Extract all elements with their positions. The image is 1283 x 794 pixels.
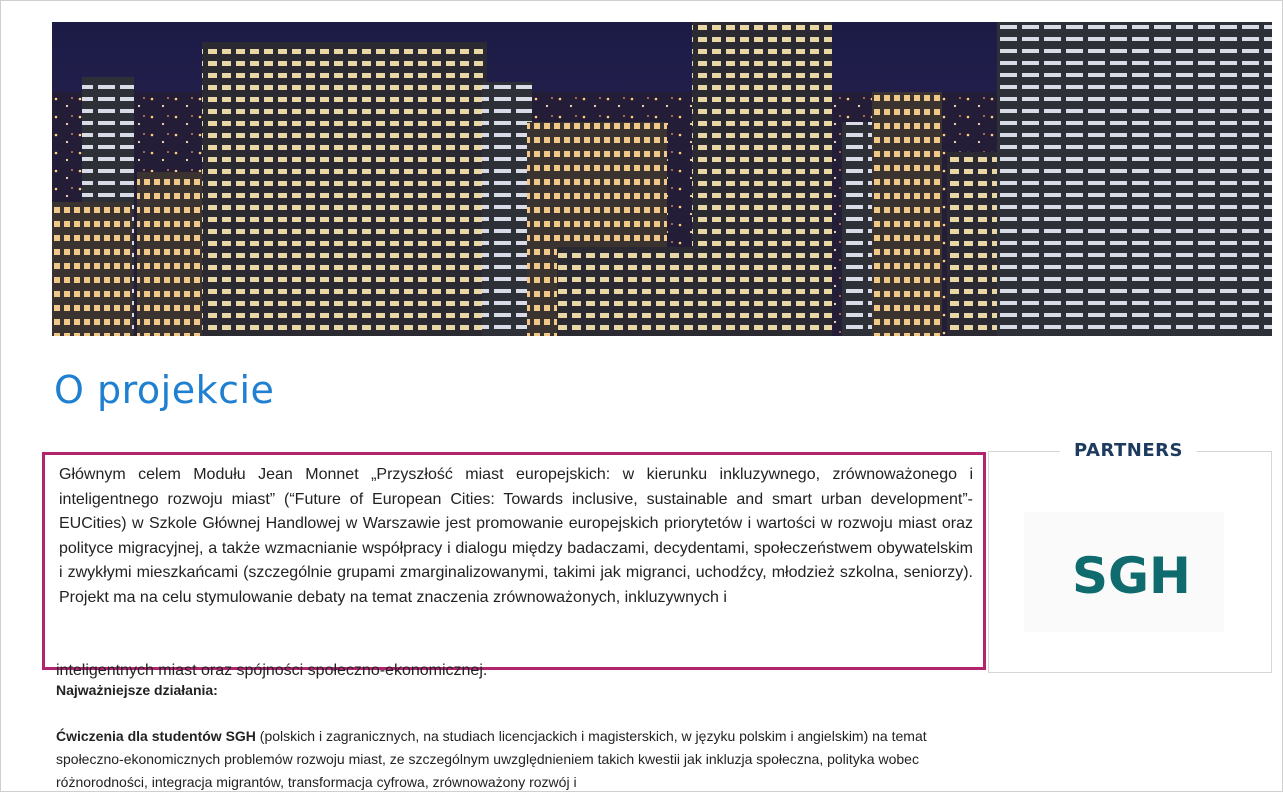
intro-paragraph-tail: inteligentnych miast oraz spójności społ… <box>56 662 488 679</box>
key-activities-heading: Najważniejsze działania: <box>56 682 218 698</box>
page-title: O projekcie <box>54 368 275 412</box>
hero-banner-image <box>52 22 1272 336</box>
exercises-paragraph: Ćwiczenia dla studentów SGH (polskich i … <box>56 725 946 794</box>
exercises-bold-label: Ćwiczenia dla studentów SGH <box>56 728 256 744</box>
intro-paragraph: Głównym celem Modułu Jean Monnet „Przysz… <box>59 466 973 606</box>
intro-highlight-box: Głównym celem Modułu Jean Monnet „Przysz… <box>42 452 986 670</box>
partners-title: PARTNERS <box>1060 440 1197 461</box>
sgh-logo[interactable]: SGH <box>1072 547 1191 605</box>
